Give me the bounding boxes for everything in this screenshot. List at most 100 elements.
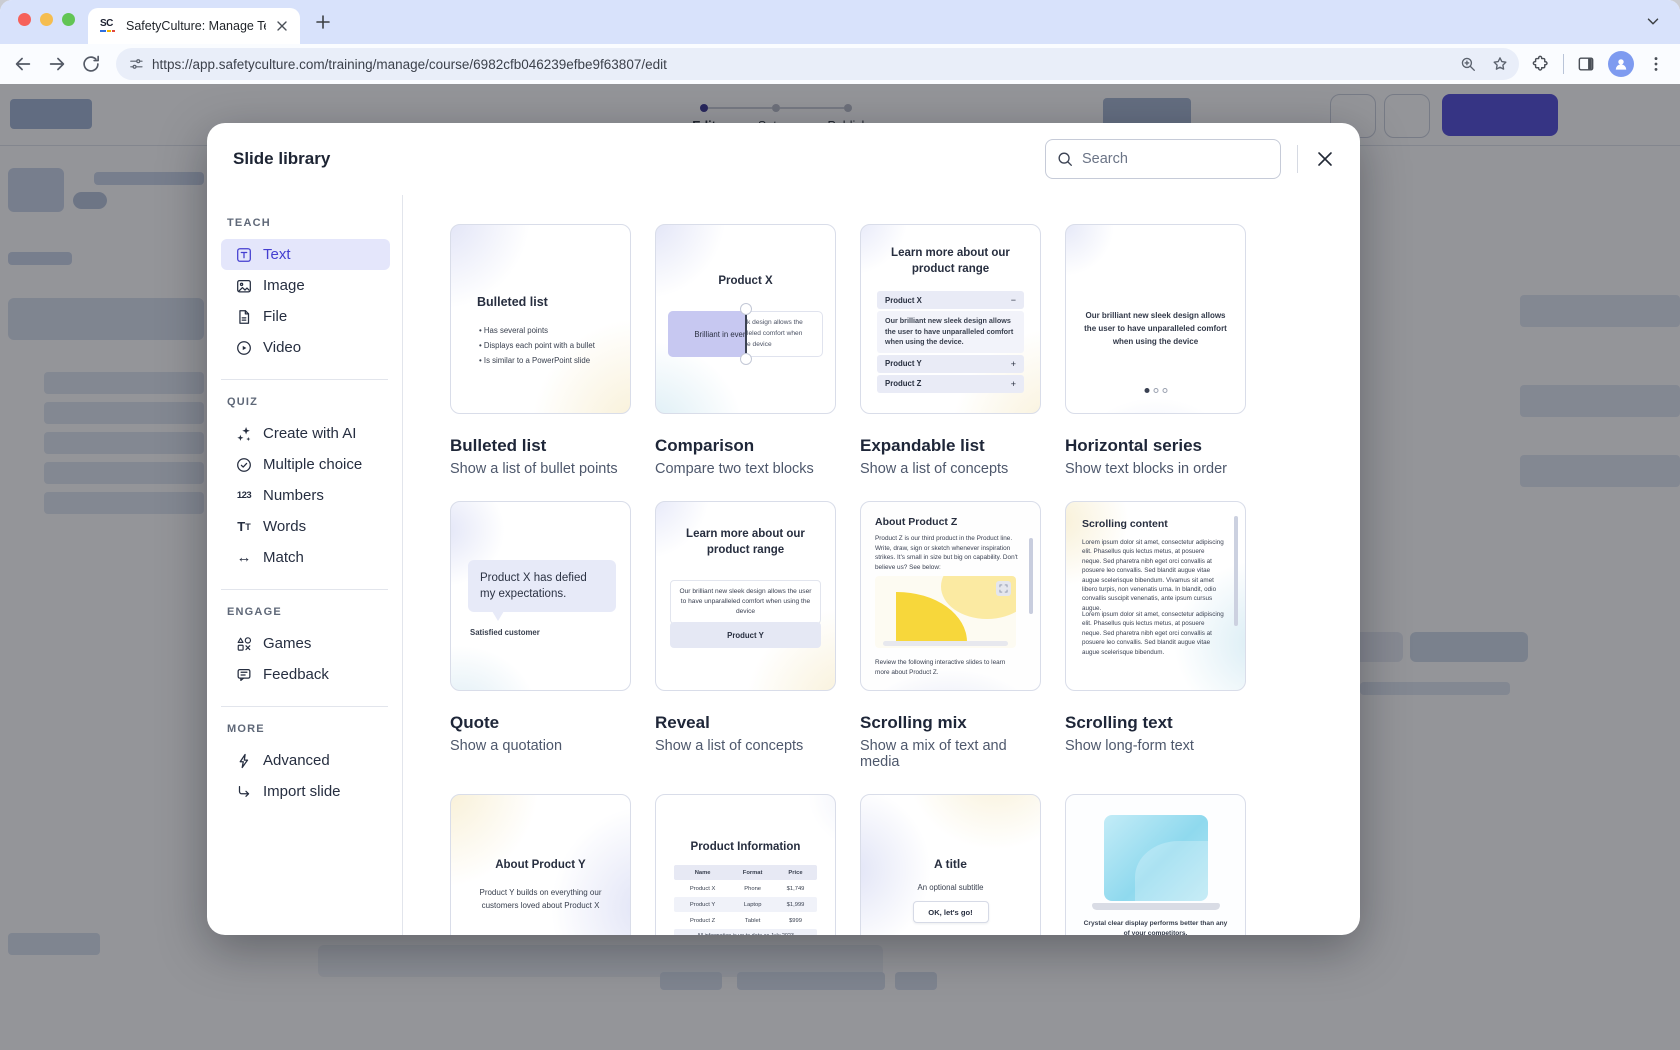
games-icon bbox=[235, 635, 253, 653]
extensions-icon[interactable] bbox=[1531, 54, 1551, 74]
sidebar-divider bbox=[221, 706, 388, 707]
card-description: Show a list of concepts bbox=[655, 738, 804, 754]
preview-scrolling-mix[interactable]: About Product Z Product Z is our third p… bbox=[860, 501, 1041, 691]
carousel-dots bbox=[1144, 388, 1167, 393]
preview-quote[interactable]: Product X has defied my expectations. Sa… bbox=[450, 501, 631, 691]
feedback-icon bbox=[235, 666, 253, 684]
card-title: Horizontal series bbox=[1065, 436, 1202, 455]
modal-title: Slide library bbox=[233, 149, 331, 168]
reveal-button: Product Y bbox=[670, 622, 821, 648]
slide-library-sidebar: TEACH Text Image File Video QUIZ Create … bbox=[207, 195, 403, 935]
sidebar-item-file[interactable]: File bbox=[221, 301, 390, 332]
sidebar-divider bbox=[221, 589, 388, 590]
preview-cta-button: OK, let's go! bbox=[912, 901, 989, 923]
site-info-icon[interactable] bbox=[128, 56, 144, 72]
lightning-icon bbox=[235, 752, 253, 770]
match-icon: ↔ bbox=[236, 548, 252, 566]
sidebar-item-advanced[interactable]: Advanced bbox=[221, 745, 390, 776]
preview-bulleted-list[interactable]: Bulleted list Has several points Display… bbox=[450, 224, 631, 414]
card-description: Show long-form text bbox=[1065, 738, 1194, 754]
sidebar-item-video[interactable]: Video bbox=[221, 332, 390, 363]
sidebar-item-import-slide[interactable]: Import slide bbox=[221, 776, 390, 807]
back-icon[interactable] bbox=[12, 53, 34, 75]
preview-expandable-list[interactable]: Learn more about our product range Produ… bbox=[860, 224, 1041, 414]
video-icon bbox=[235, 339, 253, 357]
preview-product-information[interactable]: Product Information Name Format Price Pr… bbox=[655, 794, 836, 935]
forward-icon[interactable] bbox=[46, 53, 68, 75]
card-title: Bulleted list bbox=[450, 436, 547, 455]
tab-close-icon[interactable] bbox=[274, 18, 290, 34]
card-title: Comparison bbox=[655, 436, 755, 455]
card-description: Compare two text blocks bbox=[655, 461, 814, 477]
window-zoom-button[interactable] bbox=[62, 13, 75, 26]
sidebar-divider bbox=[221, 379, 388, 380]
card-description: Show a list of bullet points bbox=[450, 461, 618, 477]
card-title: Quote bbox=[450, 713, 500, 732]
tab-title: SafetyCulture: Manage Teams and... bbox=[126, 19, 266, 33]
sidebar-item-words[interactable]: TT Words bbox=[221, 511, 390, 542]
sidebar-item-games[interactable]: Games bbox=[221, 628, 390, 659]
card-title: Reveal bbox=[655, 713, 710, 732]
sidebar-section-heading: TEACH bbox=[227, 217, 271, 229]
sidebar-item-feedback[interactable]: Feedback bbox=[221, 659, 390, 690]
preview-horizontal-series[interactable]: Our brilliant new sleek design allows th… bbox=[1065, 224, 1246, 414]
search-box[interactable] bbox=[1045, 139, 1281, 179]
sidebar-item-multiple-choice[interactable]: Multiple choice bbox=[221, 449, 390, 480]
slide-template-card: Learn more about our product range Our b… bbox=[655, 501, 836, 770]
sidebar-section-heading: ENGAGE bbox=[227, 606, 282, 618]
preview-about-product-y[interactable]: About Product Y Product Y builds on ever… bbox=[450, 794, 631, 935]
sidebar-item-match[interactable]: ↔ Match bbox=[221, 542, 390, 573]
preview-scrolling-text[interactable]: Scrolling content Lorem ipsum dolor sit … bbox=[1065, 501, 1246, 691]
bookmark-star-icon[interactable] bbox=[1491, 55, 1509, 73]
sc-favicon: SC bbox=[100, 18, 118, 34]
tab-strip: SC SafetyCulture: Manage Teams and... bbox=[0, 0, 1680, 44]
preview-image-slide[interactable]: Crystal clear display performs better th… bbox=[1065, 794, 1246, 935]
profile-icon[interactable] bbox=[1608, 51, 1634, 77]
browser-tab[interactable]: SC SafetyCulture: Manage Teams and... bbox=[88, 8, 300, 44]
modal-header: Slide library bbox=[207, 123, 1360, 195]
sidebar-item-image[interactable]: Image bbox=[221, 270, 390, 301]
new-tab-icon[interactable] bbox=[313, 12, 333, 32]
card-description: Show a quotation bbox=[450, 738, 563, 754]
slide-template-card: Our brilliant new sleek design allows th… bbox=[1065, 224, 1246, 477]
reload-icon[interactable] bbox=[80, 53, 102, 75]
slide-library-modal: Slide library TEACH Text Image bbox=[207, 123, 1360, 935]
card-title: Scrolling mix bbox=[860, 713, 967, 732]
preview-comparison[interactable]: Product X k design allows the leled comf… bbox=[655, 224, 836, 414]
toolbar-actions bbox=[1519, 51, 1680, 77]
url-bar[interactable]: https://app.safetyculture.com/training/m… bbox=[116, 48, 1519, 80]
check-circle-icon bbox=[235, 456, 253, 474]
quote-bubble: Product X has defied my expectations. bbox=[468, 560, 616, 621]
accordion: Product X − Our brilliant new sleek desig… bbox=[877, 291, 1024, 395]
card-description: Show a list of concepts bbox=[860, 461, 1009, 477]
window-close-button[interactable] bbox=[18, 13, 31, 26]
words-icon: TT bbox=[237, 519, 251, 534]
modal-body: TEACH Text Image File Video QUIZ Create … bbox=[207, 195, 1360, 935]
sidebar-item-text[interactable]: Text bbox=[221, 239, 390, 270]
preview-table: Name Format Price Product X Phone $1,749 bbox=[674, 865, 817, 935]
zoom-icon[interactable] bbox=[1459, 55, 1477, 73]
menu-icon[interactable] bbox=[1646, 54, 1666, 74]
slide-template-card: About Product Z Product Z is our third p… bbox=[860, 501, 1041, 770]
chevron-down-icon[interactable] bbox=[1644, 12, 1662, 30]
slide-template-card: Product Information Name Format Price Pr… bbox=[655, 794, 836, 935]
sidebar-item-numbers[interactable]: 123 Numbers bbox=[221, 480, 390, 511]
window-controls bbox=[18, 13, 75, 26]
close-icon[interactable] bbox=[1314, 148, 1336, 170]
image-icon bbox=[235, 277, 253, 295]
comparison-handle bbox=[739, 303, 752, 315]
side-panel-icon[interactable] bbox=[1576, 54, 1596, 74]
preview-reveal[interactable]: Learn more about our product range Our b… bbox=[655, 501, 836, 691]
window-minimize-button[interactable] bbox=[40, 13, 53, 26]
preview-a-title[interactable]: A title An optional subtitle OK, let's g… bbox=[860, 794, 1041, 935]
browser-toolbar: https://app.safetyculture.com/training/m… bbox=[0, 44, 1680, 84]
search-input[interactable] bbox=[1082, 151, 1270, 167]
preview-scrollbar bbox=[1029, 538, 1033, 614]
sidebar-item-create-with-ai[interactable]: Create with AI bbox=[221, 418, 390, 449]
text-icon bbox=[235, 246, 253, 264]
url-text: https://app.safetyculture.com/training/m… bbox=[152, 56, 667, 72]
search-icon bbox=[1058, 152, 1072, 166]
comparison-widget: k design allows the leled comfort when e… bbox=[668, 303, 823, 365]
card-title: Expandable list bbox=[860, 436, 985, 455]
numbers-icon: 123 bbox=[236, 490, 252, 501]
